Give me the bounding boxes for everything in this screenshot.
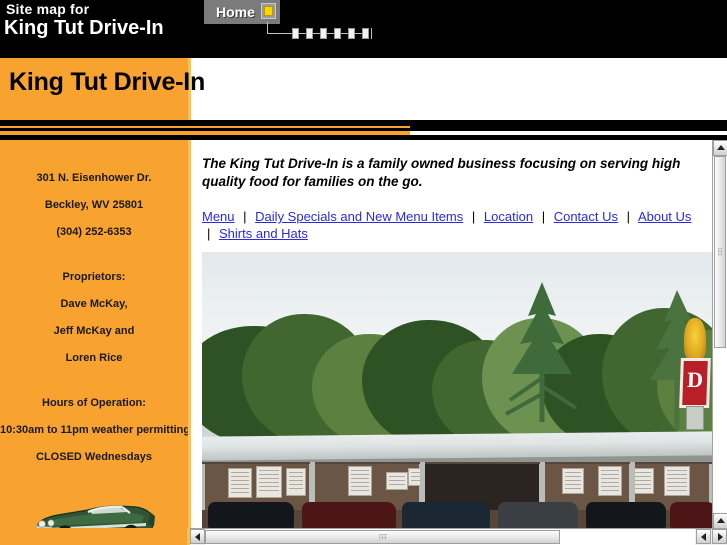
photo-menu-board xyxy=(562,468,584,494)
photo-menu-board xyxy=(348,466,372,496)
link-separator: | xyxy=(471,209,476,224)
photo-menu-board xyxy=(598,466,622,496)
photo-menu-board xyxy=(386,472,408,490)
scroll-thumb-grip xyxy=(378,534,387,540)
page-header: King Tut Drive-In xyxy=(0,58,727,120)
photo-parked-car xyxy=(208,502,294,528)
scroll-up-button-top[interactable] xyxy=(713,140,727,156)
link-contact-us[interactable]: Contact Us xyxy=(554,209,618,224)
photo-menu-board xyxy=(286,468,306,496)
link-separator: | xyxy=(626,209,631,224)
photo-menu-board xyxy=(228,468,252,498)
sidebar-address-line1: 301 N. Eisenhower Dr. xyxy=(36,172,152,184)
sidebar-hours-line: 10:30am to 11pm weather permitting xyxy=(0,424,191,436)
vertical-scrollbar-thumb[interactable] xyxy=(714,156,726,348)
sitemap-child-node[interactable] xyxy=(362,28,369,39)
link-daily-specials[interactable]: Daily Specials and New Menu Items xyxy=(255,209,463,224)
photo-parked-car xyxy=(402,502,490,528)
main-content: The King Tut Drive-In is a family owned … xyxy=(194,140,712,528)
link-about-us[interactable]: About Us xyxy=(638,209,691,224)
horizontal-scrollbar[interactable] xyxy=(190,528,727,545)
scroll-right-button[interactable] xyxy=(712,529,727,544)
photo-sign-letter: D xyxy=(686,367,704,392)
vertical-scrollbar-track[interactable] xyxy=(713,156,727,513)
photo-roadside-sign: D xyxy=(679,318,711,430)
photo-sign-crown xyxy=(684,318,706,362)
link-location[interactable]: Location xyxy=(484,209,533,224)
chevron-up-icon xyxy=(716,145,725,150)
scroll-left-button-end[interactable] xyxy=(696,529,711,544)
vertical-scrollbar[interactable] xyxy=(712,140,727,545)
photo-carport xyxy=(202,462,712,528)
intro-paragraph: The King Tut Drive-In is a family owned … xyxy=(202,156,681,189)
link-separator: | xyxy=(541,209,546,224)
chevron-up-icon xyxy=(716,518,725,523)
photo-menu-board xyxy=(632,468,654,494)
sitemap-home-label: Home xyxy=(216,4,255,20)
chevron-left-icon xyxy=(700,532,706,541)
photo-sign-plate: D xyxy=(679,358,711,408)
sidebar-phone: (304) 252-6353 xyxy=(56,226,132,238)
sitemap-home-node[interactable]: Home xyxy=(204,0,280,24)
sidebar: 301 N. Eisenhower Dr. Beckley, WV 25801 … xyxy=(0,140,191,545)
header-divider-accent xyxy=(0,126,410,128)
nav-link-bar: Menu | Daily Specials and New Menu Items… xyxy=(202,208,692,242)
horizontal-scrollbar-thumb[interactable] xyxy=(205,530,560,544)
link-separator: | xyxy=(243,209,247,224)
photo-parked-car xyxy=(302,502,396,528)
photo-menu-board xyxy=(256,466,282,498)
page-title: King Tut Drive-In xyxy=(9,68,206,96)
sidebar-address-line2: Beckley, WV 25801 xyxy=(44,199,144,211)
scroll-left-button[interactable] xyxy=(190,529,205,544)
photo-parked-car xyxy=(670,502,712,528)
chevron-right-icon xyxy=(717,532,723,541)
sitemap-child-node[interactable] xyxy=(348,28,355,39)
sitemap-node-chip-icon xyxy=(261,3,276,19)
sidebar-footer-block xyxy=(0,528,190,545)
scroll-thumb-grip xyxy=(718,248,722,256)
sitemap-site-title: King Tut Drive-In xyxy=(4,17,164,39)
sitemap-child-node[interactable] xyxy=(320,28,327,39)
link-separator: | xyxy=(207,226,211,241)
sidebar-proprietor-3: Loren Rice xyxy=(65,352,123,364)
chevron-left-icon xyxy=(194,532,200,541)
scroll-up-button[interactable] xyxy=(713,513,727,529)
sitemap-label: Site map for xyxy=(6,1,90,17)
photo-menu-board xyxy=(664,466,690,496)
photo-sign-post xyxy=(686,406,704,430)
sitemap-child-node[interactable] xyxy=(306,28,313,39)
link-shirts-and-hats[interactable]: Shirts and Hats xyxy=(219,226,308,241)
sidebar-proprietor-2: Jeff McKay and xyxy=(53,325,135,337)
photo-parked-car xyxy=(498,502,578,528)
drive-in-photo: D xyxy=(202,252,712,528)
sidebar-proprietors-heading: Proprietors: xyxy=(62,271,126,283)
sitemap-bar: Site map for King Tut Drive-In Home xyxy=(0,0,727,58)
link-menu[interactable]: Menu xyxy=(202,209,235,224)
browser-page: Site map for King Tut Drive-In Home King… xyxy=(0,0,727,545)
horizontal-scrollbar-track[interactable] xyxy=(205,529,695,545)
sidebar-hours-heading: Hours of Operation: xyxy=(42,397,146,409)
sidebar-closed-line: CLOSED Wednesdays xyxy=(36,451,152,463)
sitemap-child-node[interactable] xyxy=(292,28,299,39)
sidebar-proprietor-1: Dave McKay, xyxy=(60,298,128,310)
sitemap-connector-end xyxy=(371,28,372,39)
photo-treeline xyxy=(202,282,712,448)
sitemap-child-node[interactable] xyxy=(334,28,341,39)
photo-parked-car xyxy=(586,502,666,528)
